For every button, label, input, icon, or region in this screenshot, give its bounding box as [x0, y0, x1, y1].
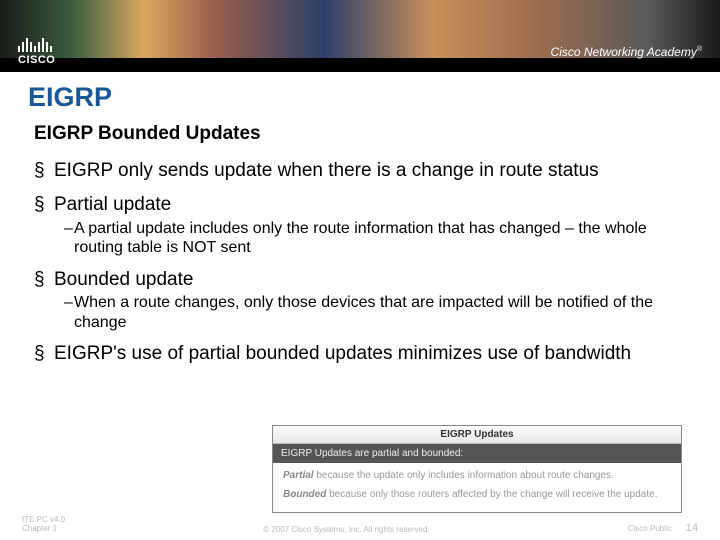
page-number: 14 [686, 522, 698, 534]
slide-title: EIGRP [28, 82, 692, 113]
figure-p2: Bounded because only those routers affec… [283, 488, 671, 502]
slide-subtitle: EIGRP Bounded Updates [28, 123, 692, 145]
academy-text: Cisco Networking Academy® [551, 45, 702, 59]
bullet-item: Bounded update When a route changes, onl… [34, 268, 692, 333]
footer: ITE PC v4.0 Chapter 1 © 2007 Cisco Syste… [0, 515, 720, 534]
bullet-item: Partial update A partial update includes… [34, 193, 692, 258]
cisco-logo: CISCO [18, 34, 55, 66]
footer-line2: Chapter 1 [22, 524, 65, 534]
figure-p1: Partial because the update only includes… [283, 469, 671, 483]
footer-line1: ITE PC v4.0 [22, 515, 65, 525]
bullet-text: Bounded update [34, 268, 692, 292]
bullet-text: EIGRP's use of partial bounded updates m… [34, 342, 692, 366]
footer-right: Cisco Public 14 [628, 522, 698, 534]
logo-text: CISCO [18, 54, 55, 66]
bullet-text: EIGRP only sends update when there is a … [34, 159, 692, 183]
footer-public: Cisco Public [628, 524, 672, 533]
footer-left: ITE PC v4.0 Chapter 1 [22, 515, 65, 534]
figure-header: EIGRP Updates are partial and bounded: [273, 444, 681, 463]
slide-content: EIGRP EIGRP Bounded Updates EIGRP only s… [0, 72, 720, 366]
header-banner: CISCO Cisco Networking Academy® [0, 0, 720, 72]
figure-titlebar: EIGRP Updates [273, 426, 681, 444]
sub-bullet: When a route changes, only those devices… [34, 293, 692, 332]
bullet-item: EIGRP only sends update when there is a … [34, 159, 692, 183]
figure-body: Partial because the update only includes… [273, 463, 681, 512]
bullet-list: EIGRP only sends update when there is a … [28, 159, 692, 366]
embedded-figure: EIGRP Updates EIGRP Updates are partial … [272, 425, 682, 513]
cisco-bars-icon [18, 34, 55, 52]
bullet-text: Partial update [34, 193, 692, 217]
bullet-item: EIGRP's use of partial bounded updates m… [34, 342, 692, 366]
sub-bullet: A partial update includes only the route… [34, 219, 692, 258]
footer-copyright: © 2007 Cisco Systems, Inc. All rights re… [263, 525, 429, 534]
